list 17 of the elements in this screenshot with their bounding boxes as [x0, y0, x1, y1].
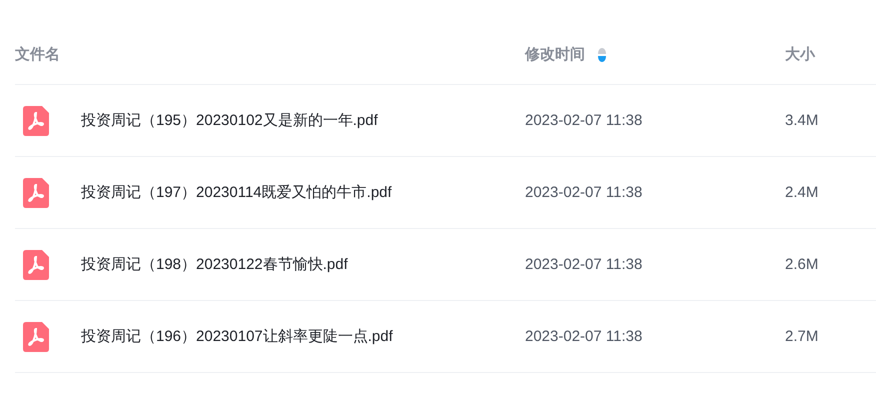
pdf-file-icon	[23, 250, 49, 280]
modified-time: 2023-02-07 11:38	[525, 112, 642, 128]
pdf-file-icon	[23, 322, 49, 352]
file-name[interactable]: 投资周记（197）20230114既爱又怕的牛市.pdf	[81, 183, 392, 202]
file-name[interactable]: 投资周记（196）20230107让斜率更陡一点.pdf	[81, 327, 393, 346]
file-size: 3.4M	[785, 112, 818, 128]
pdf-file-icon	[23, 178, 49, 208]
modified-time: 2023-02-07 11:38	[525, 256, 642, 272]
file-name[interactable]: 投资周记（195）20230102又是新的一年.pdf	[81, 111, 378, 130]
modified-time: 2023-02-07 11:38	[525, 184, 642, 200]
file-name[interactable]: 投资周记（198）20230122春节愉快.pdf	[81, 255, 348, 274]
file-size: 2.4M	[785, 184, 818, 200]
pdf-file-icon	[23, 106, 49, 136]
modified-time: 2023-02-07 11:38	[525, 328, 642, 344]
file-size: 2.6M	[785, 256, 818, 272]
file-size: 2.7M	[785, 328, 818, 344]
sort-icon[interactable]	[597, 48, 607, 62]
